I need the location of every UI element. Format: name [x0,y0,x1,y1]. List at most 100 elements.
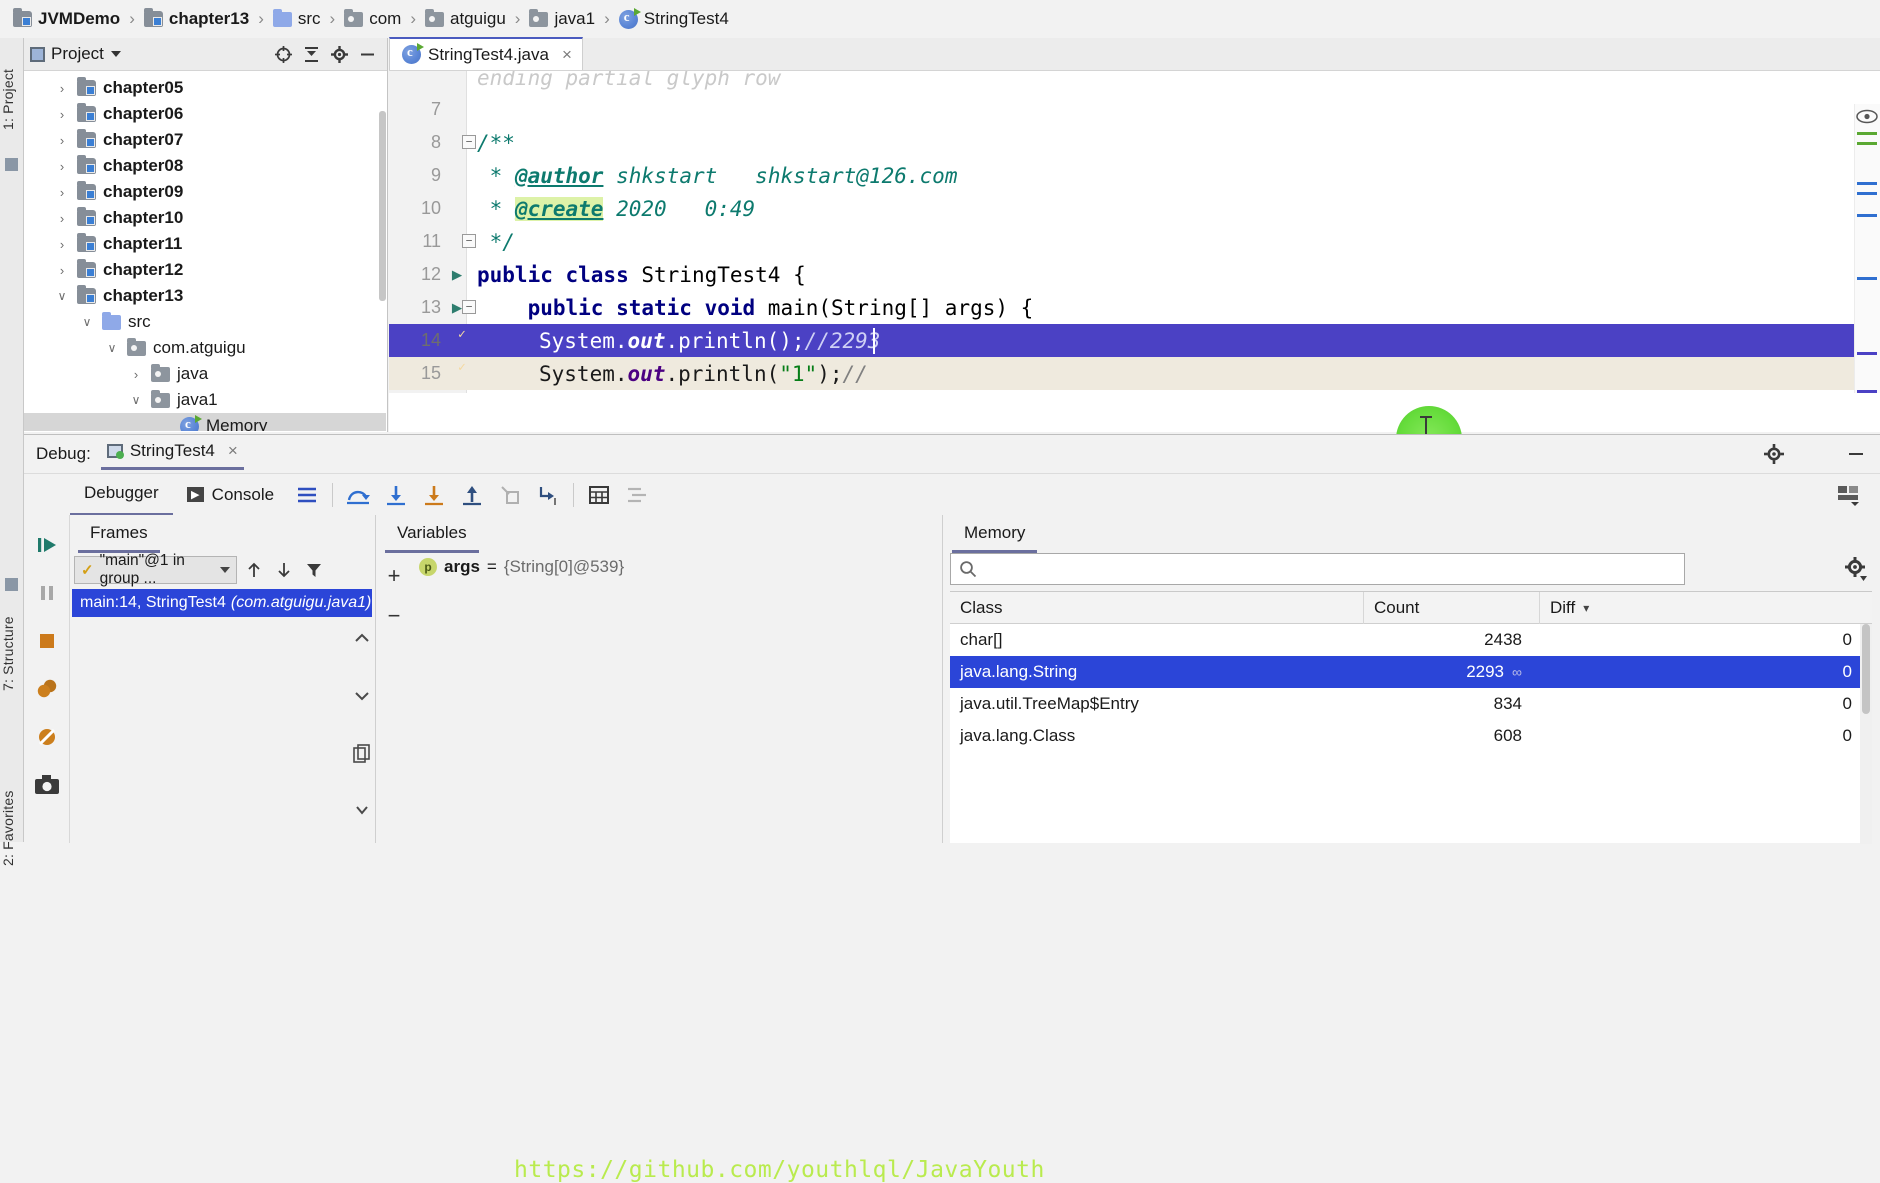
gear-icon[interactable] [325,40,353,68]
breadcrumb-item-jvmdemo[interactable]: JVMDemo [8,7,125,31]
run-to-cursor-button[interactable] [532,479,564,511]
editor-tab-stringtest4[interactable]: StringTest4.java × [389,37,583,70]
chevron-down-icon[interactable]: ∨ [54,289,70,303]
tab-debugger[interactable]: Debugger [70,474,173,516]
close-icon[interactable]: × [228,441,238,461]
gear-icon[interactable] [1760,440,1788,468]
tree-item-chapter10[interactable]: › chapter10 [24,205,387,231]
locate-icon[interactable] [269,40,297,68]
fold-marker-icon[interactable]: − [462,234,476,248]
layout-settings-button[interactable] [621,479,653,511]
code-editor[interactable]: ending partial glyph row 7 8 − /** 9 * @… [389,71,1880,393]
show-execution-point-button[interactable] [291,479,323,511]
memory-settings-gear-icon[interactable] [1842,555,1870,583]
frames-scroll-up-button[interactable] [349,625,375,651]
collapse-all-icon[interactable] [297,40,325,68]
chevron-right-icon[interactable]: › [54,263,70,278]
pause-program-button[interactable] [24,569,70,617]
tab-variables[interactable]: Variables [385,517,479,553]
frame-down-button[interactable] [271,557,297,583]
debug-session-tab[interactable]: StringTest4 × [100,438,244,470]
tree-item-com-atguigu[interactable]: ∨ com.atguigu [24,335,387,361]
chevron-right-icon[interactable]: › [54,81,70,96]
thread-selector-dropdown[interactable]: ✓ "main"@1 in group ... [74,552,237,587]
tree-item-chapter06[interactable]: › chapter06 [24,101,387,127]
stop-button[interactable] [24,617,70,665]
run-gutter-icon[interactable]: ▶ [447,265,467,285]
add-watch-button[interactable]: + [388,563,401,589]
breadcrumb-item-java1[interactable]: java1 [524,7,600,31]
frames-scroll-down-button[interactable] [349,683,375,709]
tree-item-chapter05[interactable]: › chapter05 [24,75,387,101]
breadcrumb-item-com[interactable]: com [339,7,406,31]
fold-marker-icon[interactable]: − [462,135,476,149]
restore-layout-button[interactable] [1832,479,1864,511]
chevron-right-icon[interactable]: › [54,237,70,252]
breadcrumb-item-stringtest4[interactable]: StringTest4 [614,7,734,31]
chevron-right-icon[interactable]: › [54,107,70,122]
step-out-button[interactable] [456,479,488,511]
screenshot-camera-button[interactable] [24,761,70,809]
force-step-into-button[interactable] [418,479,450,511]
tab-console[interactable]: ▶ Console [173,474,288,516]
evaluate-expression-button[interactable] [583,479,615,511]
fold-marker-icon[interactable]: − [462,300,476,314]
chevron-right-icon[interactable]: › [54,211,70,226]
tree-item-chapter09[interactable]: › chapter09 [24,179,387,205]
memory-table-row[interactable]: java.util.TreeMap$Entry 834 0 [950,688,1872,720]
memory-table-row[interactable]: java.lang.String 2293 ∞ 0 [950,656,1872,688]
memory-table-row[interactable]: java.lang.Class 608 0 [950,720,1872,752]
tree-item-java[interactable]: › java [24,361,387,387]
code-line-15[interactable]: 15 System.out.println("1");// [389,357,1880,390]
chevron-down-icon[interactable]: ∨ [128,393,144,407]
chevron-down-icon[interactable]: ∨ [104,341,120,355]
breadcrumb-item-chapter13[interactable]: chapter13 [139,7,254,31]
breadcrumb-item-atguigu[interactable]: atguigu [420,7,511,31]
chevron-down-icon[interactable] [110,51,121,57]
remove-watch-button[interactable]: − [388,603,401,629]
breadcrumb-item-src[interactable]: src [268,7,326,31]
frame-up-button[interactable] [241,557,267,583]
memory-table-scrollbar[interactable] [1860,624,1872,844]
chevron-down-icon[interactable]: ∨ [79,315,95,329]
tree-item-chapter07[interactable]: › chapter07 [24,127,387,153]
chevron-right-icon[interactable]: › [54,133,70,148]
frames-more-icon[interactable] [349,797,375,823]
memory-search-input[interactable] [950,553,1685,585]
drop-frame-button[interactable] [494,479,526,511]
memory-search-field[interactable] [983,560,1684,578]
column-header-count[interactable]: Count [1364,591,1540,624]
hide-panel-icon[interactable] [1842,440,1870,468]
tab-memory[interactable]: Memory [952,517,1038,553]
tree-item-src[interactable]: ∨ src [24,309,387,335]
code-line-14-current[interactable]: 14 System.out.println();//2293 [389,324,1880,357]
sidebar-tab-favorites[interactable]: 2: Favorites [0,780,24,876]
step-over-button[interactable] [342,479,374,511]
variable-row-args[interactable]: p args = {String[0]@539} [419,557,624,577]
editor-marker-bar[interactable] [1854,104,1880,393]
column-header-diff[interactable]: Diff ▾ [1540,592,1872,624]
chevron-right-icon[interactable]: › [128,367,144,382]
tree-item-chapter13[interactable]: ∨ chapter13 [24,283,387,309]
sidebar-tab-structure[interactable]: 7: Structure [0,594,24,714]
tree-item-chapter11[interactable]: › chapter11 [24,231,387,257]
project-tree[interactable]: › chapter05 › chapter06 › chapter07 › chapter08… [24,71,387,431]
frame-list-item-selected[interactable]: main:14, StringTest4 (com.atguigu.java1) [72,589,372,617]
memory-table[interactable]: Class Count Diff ▾ char[] 2438 0 java.lang.… [950,591,1872,844]
tree-item-chapter12[interactable]: › chapter12 [24,257,387,283]
chevron-right-icon[interactable]: › [54,185,70,200]
step-into-button[interactable] [380,479,412,511]
hide-panel-icon[interactable] [353,40,381,68]
tab-frames[interactable]: Frames [78,517,160,553]
preview-eye-icon[interactable] [1856,109,1878,124]
close-icon[interactable]: × [562,45,572,65]
column-header-class[interactable]: Class [950,591,1364,624]
filter-frames-icon[interactable] [301,557,327,583]
copy-frames-icon[interactable] [349,741,375,767]
tree-item-chapter08[interactable]: › chapter08 [24,153,387,179]
tree-item-memory[interactable]: Memory [24,413,386,431]
view-breakpoints-button[interactable] [24,665,70,713]
sidebar-tab-project[interactable]: 1: Project [0,44,24,154]
project-tree-scrollbar[interactable] [379,111,386,301]
memory-table-row[interactable]: char[] 2438 0 [950,624,1872,656]
